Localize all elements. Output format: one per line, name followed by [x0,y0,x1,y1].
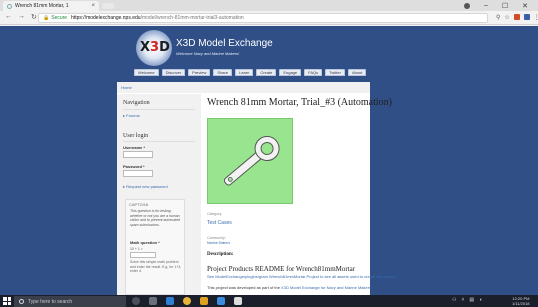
browser-tab[interactable]: Wrench 81mm Mortar, 1 × [3,1,99,11]
request-password-link[interactable]: ▸ Request new password [123,184,168,189]
math-answer-input[interactable] [130,252,156,258]
page-title: Wrench 81mm Mortar, Trial_#3 (Automation… [207,97,393,108]
request-password-label: Request new password [126,184,168,189]
password-label: Password * [123,164,145,169]
window-controls: – ☐ ✕ [463,0,538,11]
file-explorer-icon[interactable] [200,297,208,305]
login-title: User login [123,133,149,139]
chrome-icon[interactable] [183,297,191,305]
menu-faqs[interactable]: FAQs [304,69,323,76]
people-icon[interactable]: ⚇ [452,297,456,303]
tab-title: Wrench 81mm Mortar, 1 [15,3,69,9]
see-project-text[interactable]: See ModelExchange/plugins/gram Wrench81m… [207,274,397,279]
taskbar-search[interactable]: Type here to search [14,296,126,307]
windows-start-icon[interactable] [3,297,11,305]
menu-icon[interactable]: ⋮ [534,14,538,21]
developed-text-end: . [371,285,373,290]
reload-icon[interactable]: ↻ [31,13,37,21]
microphone-icon[interactable] [132,297,140,305]
store-icon[interactable] [217,297,225,305]
cortana-icon [19,299,24,304]
secure-label: Secure [51,15,68,21]
star-icon[interactable]: ☆ [504,14,509,21]
developed-line: This project was developed as part of th… [207,285,372,290]
menu-twitter[interactable]: Twitter [325,69,345,76]
breadcrumb[interactable]: Home [117,82,370,93]
tab-close-icon[interactable]: × [91,3,95,9]
extension-icon[interactable] [523,14,530,20]
app-icon[interactable] [234,297,242,305]
site-slogan: Welcome Navy and Marine Makers! [176,51,240,56]
taskbar-clock[interactable]: 12:20 PM 1/11/2018 [512,296,530,306]
menu-create[interactable]: Create [256,69,277,76]
task-view-icon[interactable] [149,297,157,305]
captcha-legend: CAPTCHA [129,202,149,207]
captcha-description: This question is for testing whether or … [130,209,181,227]
system-tray: ⚇ ˄ ▤ ◖ [452,297,482,303]
wrench-image [223,136,280,186]
clock-date: 1/11/2018 [512,301,530,306]
edge-icon[interactable] [166,297,174,305]
menu-welcome[interactable]: Welcome [134,69,159,76]
menu-about[interactable]: About [347,69,367,76]
close-window-button[interactable]: ✕ [522,2,528,10]
url-path: /model/wrench-81mm-mortar-trial3-automat… [140,15,244,21]
extension-icon[interactable] [513,14,520,20]
model-exchange-link[interactable]: X3D Model Exchange for Navy and Marine M… [281,285,371,290]
forward-icon[interactable]: → [18,13,25,21]
zoom-icon[interactable]: ⚲ [496,14,500,21]
profile-icon[interactable] [463,2,470,9]
forums-link-label: Forums [126,113,140,118]
menu-discover[interactable]: Discover [161,69,186,76]
developed-text: This project was developed as part of th… [207,285,282,290]
model-preview[interactable] [207,118,293,204]
extension-icons: ⚲ ☆ ⋮ [496,14,538,21]
menu-preview[interactable]: Preview [188,69,211,76]
url-host: https://modelexchange.nps.edu [71,15,141,21]
category-label: Category: [207,212,223,216]
address-bar[interactable]: 🔒 Secure https://modelexchange.nps.edu /… [38,13,488,23]
volume-icon[interactable]: ◖ [479,297,482,303]
captcha-box: CAPTCHA This question is for testing whe… [125,199,185,295]
forums-link[interactable]: ▸ Forums [123,113,140,118]
math-hint: Solve this simple math problem and enter… [130,260,182,273]
math-problem: 10 + 1 = [130,247,143,251]
minimize-button[interactable]: – [484,2,488,9]
divider [123,141,195,142]
network-icon[interactable]: ▤ [469,297,474,303]
description-label: Description: [207,252,234,257]
back-icon[interactable]: ← [5,13,12,21]
community-link[interactable]: Marine Makers [207,241,230,245]
navigation-title: Navigation [123,100,150,106]
nav-buttons: ← → ↻ [5,13,37,21]
readme-title: Project Products README for Wrench81mmMo… [207,265,356,273]
favicon-icon [7,3,12,9]
taskbar-search-placeholder: Type here to search [28,298,73,305]
username-input[interactable] [123,151,153,158]
menu-learn[interactable]: Learn [235,69,254,76]
username-label: Username * [123,145,146,150]
divider [123,109,195,110]
site-name[interactable]: X3D Model Exchange [176,38,273,49]
chevron-up-icon[interactable]: ˄ [461,297,464,303]
math-question-label: Math question * [130,240,160,245]
community-label: Community: [207,236,226,240]
main-menu: Welcome Discover Preview Share Learn Cre… [134,69,367,76]
maximize-button[interactable]: ☐ [502,2,508,10]
category-link[interactable]: Test Cases [207,220,232,226]
lock-icon: 🔒 [43,15,50,21]
menu-share[interactable]: Share [213,69,233,76]
password-input[interactable] [123,170,153,177]
new-tab-button[interactable] [102,3,114,9]
menu-engage[interactable]: Engage [279,69,302,76]
site-logo[interactable]: X3D [136,30,172,66]
logo-text: X3D [140,40,170,55]
taskbar-apps [132,297,242,305]
